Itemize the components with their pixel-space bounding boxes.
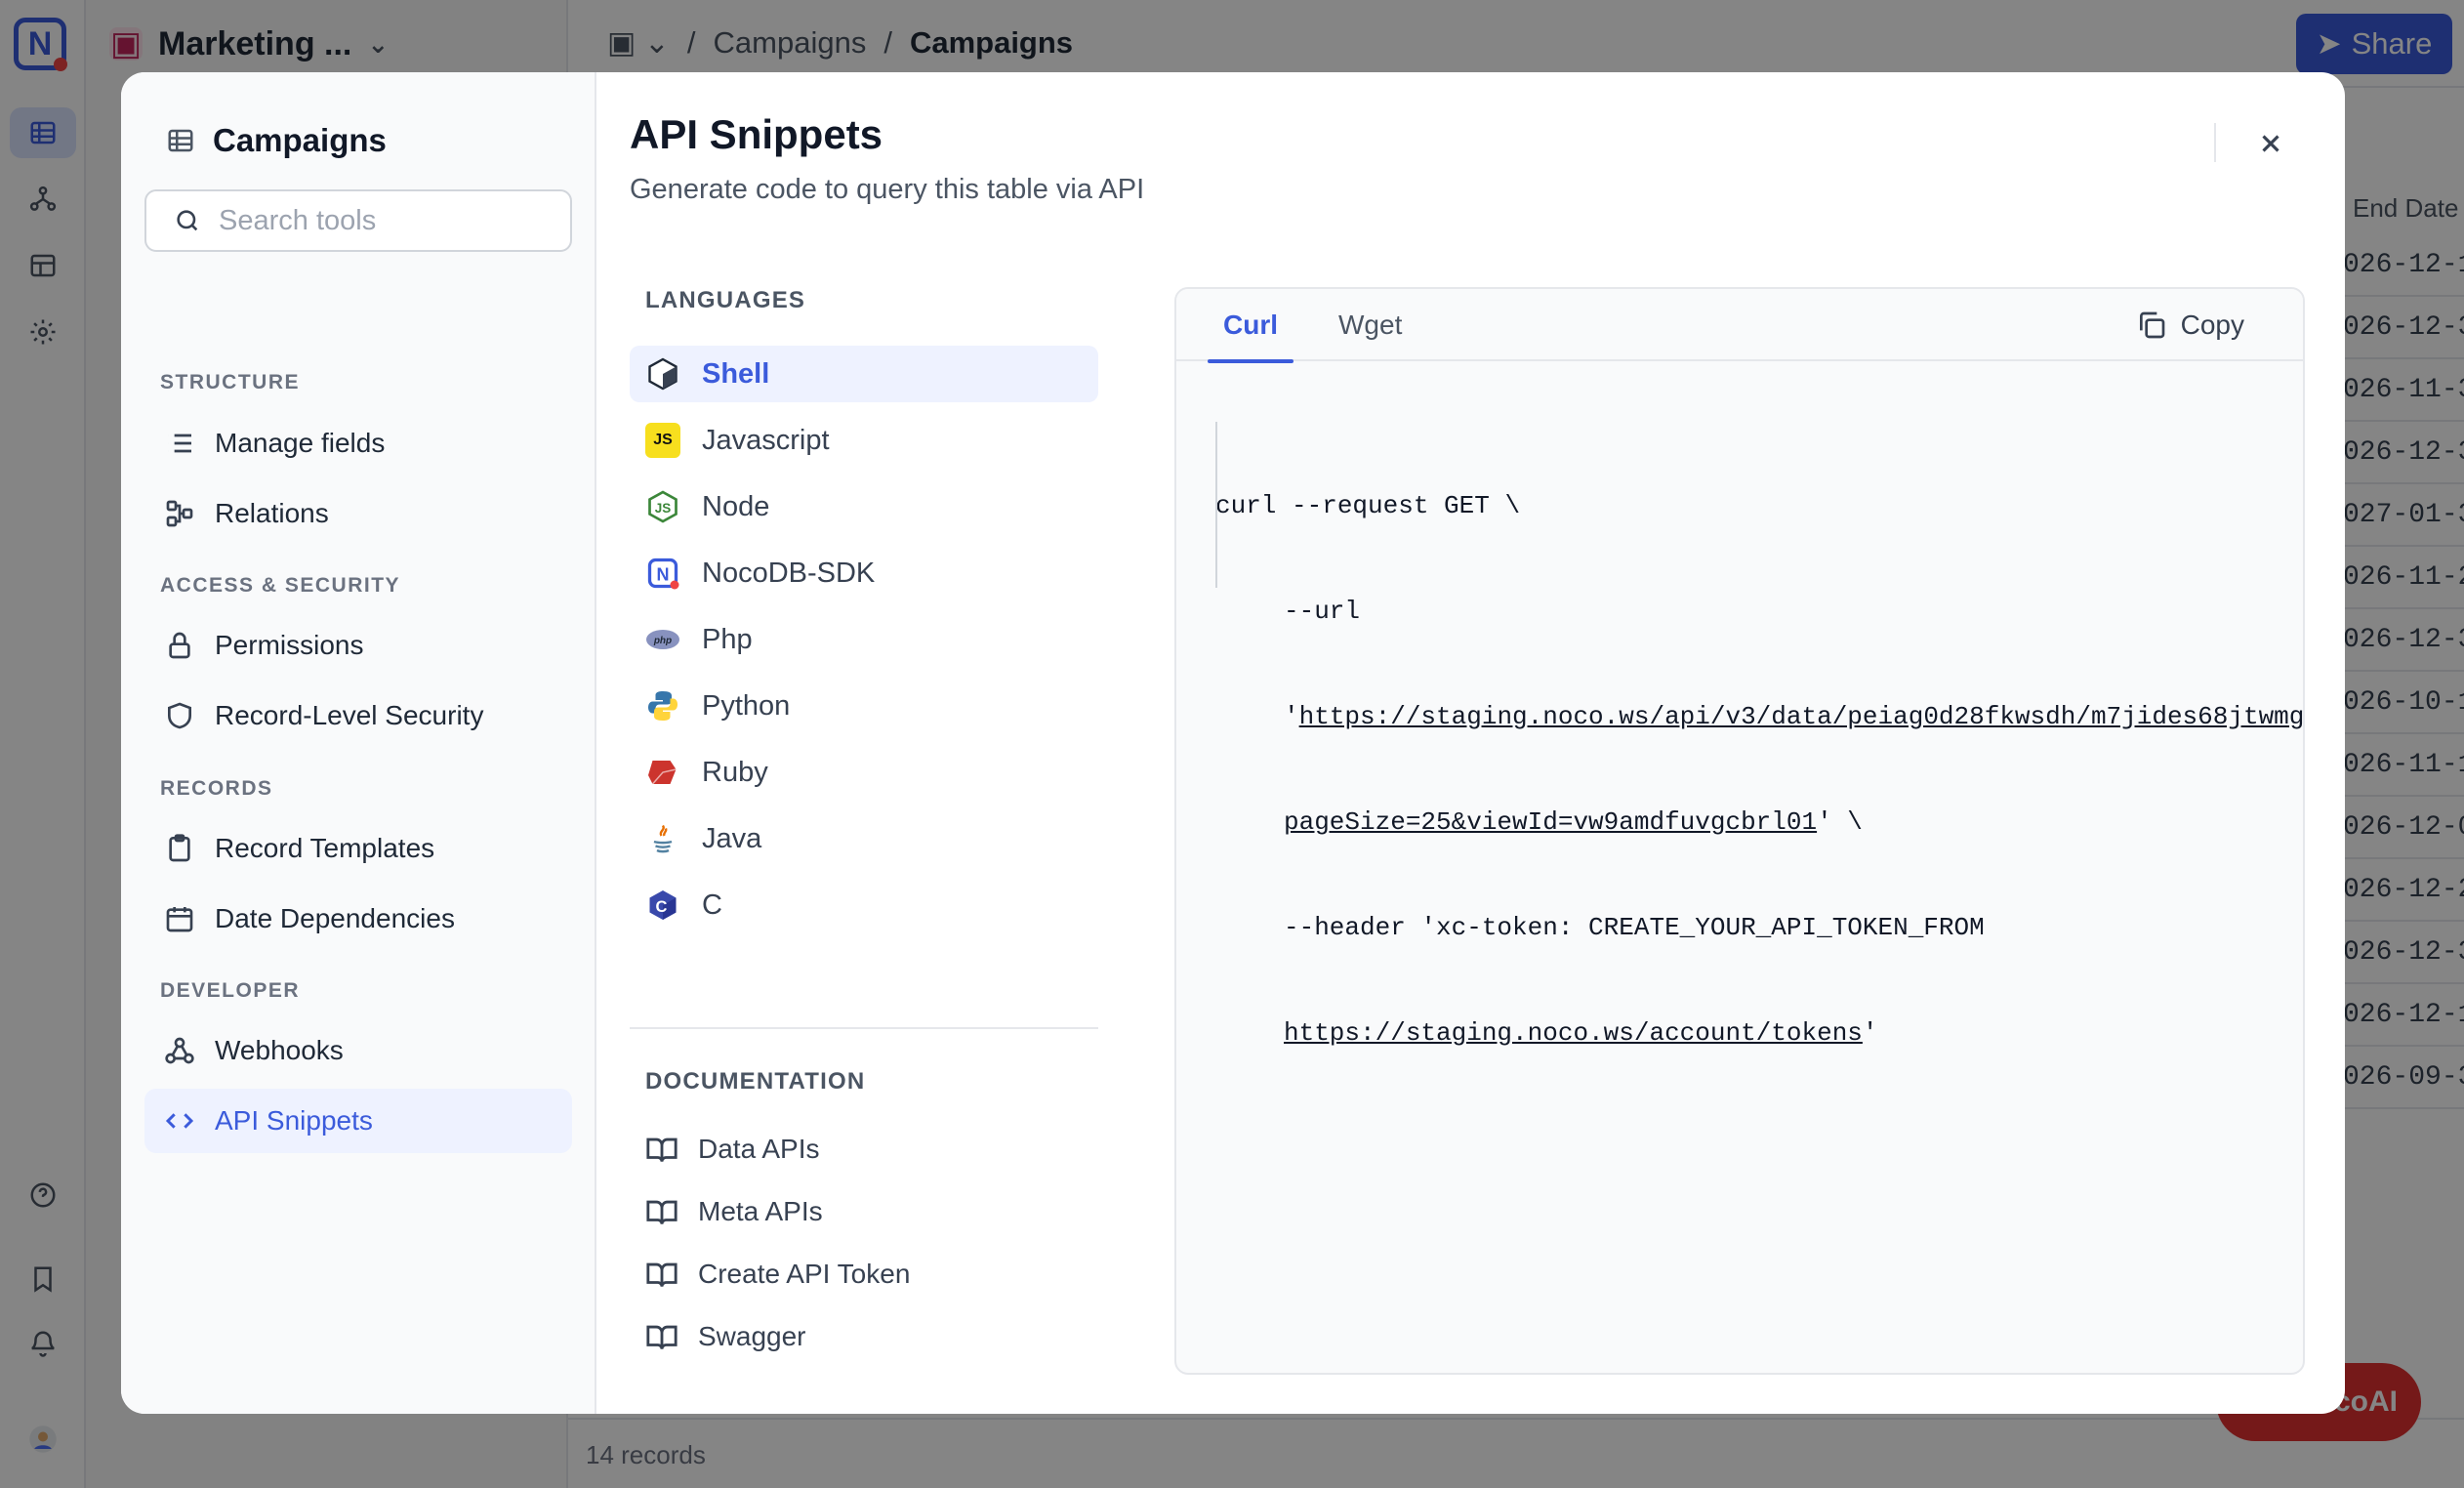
nocodb-sdk-icon: N	[645, 556, 680, 591]
tab-curl[interactable]: Curl	[1208, 289, 1294, 363]
tokens-url-link[interactable]: https://staging.noco.ws/account/tokens	[1284, 1018, 1863, 1048]
nav-permissions[interactable]: Permissions	[144, 613, 572, 678]
lock-icon	[169, 632, 190, 659]
book-icon	[646, 1325, 678, 1350]
lang-shell[interactable]: Shell	[630, 346, 1098, 402]
svg-text:JS: JS	[655, 501, 672, 516]
code-line: curl --request GET \	[1215, 491, 1521, 520]
doc-link-swagger[interactable]: Swagger	[645, 1312, 806, 1361]
nav-relations[interactable]: Relations	[144, 481, 572, 546]
modal-subtitle: Generate code to query this table via AP…	[630, 174, 1145, 205]
calendar-icon	[166, 907, 193, 932]
languages-label: LANGUAGES	[645, 287, 806, 313]
table-grid-icon	[168, 129, 193, 152]
section-label-access-security: ACCESS & SECURITY	[160, 574, 401, 597]
relations-icon	[166, 500, 193, 527]
divider	[2214, 123, 2216, 162]
doc-link-meta-apis[interactable]: Meta APIs	[645, 1187, 823, 1236]
code-line: 'https://staging.noco.ws/api/v3/data/pei…	[1284, 702, 2305, 731]
doc-link-data-apis[interactable]: Data APIs	[645, 1125, 820, 1174]
webhook-icon	[165, 1037, 194, 1064]
book-icon	[646, 1137, 678, 1163]
modal-title: API Snippets	[630, 111, 883, 157]
book-icon	[646, 1262, 678, 1288]
doc-link-create-api-token[interactable]: Create API Token	[645, 1250, 910, 1299]
code-line: pageSize=25&viewId=vw9amdfuvgcbrl01' \	[1284, 807, 1863, 837]
close-button[interactable]	[2246, 119, 2295, 168]
lang-c[interactable]: C C	[630, 877, 1098, 933]
api-url-link[interactable]: pageSize=25&viewId=vw9amdfuvgcbrl01	[1284, 807, 1817, 837]
close-icon	[2262, 135, 2279, 152]
search-tools-input[interactable]	[219, 204, 551, 237]
section-label-developer: DEVELOPER	[160, 979, 301, 1002]
code-icon	[165, 1113, 194, 1129]
divider	[630, 1027, 1098, 1029]
tools-sidebar: Campaigns STRUCTURE Manage fields Relati…	[121, 72, 596, 1414]
section-label-records: RECORDS	[160, 777, 273, 800]
code-snippet-panel: Curl Wget Copy curl --request GET \ --ur…	[1174, 287, 2305, 1375]
code-line: https://staging.noco.ws/account/tokens'	[1284, 1018, 1878, 1048]
documentation-label: DOCUMENTATION	[645, 1068, 866, 1095]
lang-nocodb-sdk[interactable]: N NocoDB-SDK	[630, 545, 1098, 601]
javascript-icon: JS	[645, 423, 680, 458]
indent-guide	[1215, 422, 1217, 588]
lang-php[interactable]: php Php	[630, 611, 1098, 668]
search-icon	[177, 210, 198, 231]
nodejs-icon: JS	[645, 489, 680, 524]
nav-manage-fields[interactable]: Manage fields	[144, 411, 572, 475]
lang-ruby[interactable]: Ruby	[630, 744, 1098, 801]
code-line: --header 'xc-token: CREATE_YOUR_API_TOKE…	[1284, 913, 1985, 942]
svg-text:C: C	[656, 898, 668, 916]
svg-text:N: N	[657, 565, 670, 585]
nav-api-snippets[interactable]: API Snippets	[144, 1089, 572, 1153]
lang-node[interactable]: JS Node	[630, 478, 1098, 535]
lang-java[interactable]: Java	[630, 810, 1098, 867]
api-url-link[interactable]: https://staging.noco.ws/api/v3/data/peia…	[1299, 702, 2303, 731]
lang-javascript[interactable]: JS Javascript	[630, 412, 1098, 469]
python-icon	[645, 688, 680, 723]
tools-sidebar-title: Campaigns	[213, 122, 387, 158]
section-label-structure: STRUCTURE	[160, 371, 300, 393]
list-icon	[168, 434, 191, 453]
nav-date-dependencies[interactable]: Date Dependencies	[144, 887, 572, 951]
shell-icon	[645, 356, 680, 392]
clipboard-icon	[169, 834, 190, 862]
shield-icon	[168, 702, 191, 729]
tools-sidebar-header: Campaigns	[166, 117, 387, 164]
svg-text:php: php	[653, 636, 672, 646]
tab-wget[interactable]: Wget	[1338, 289, 1402, 361]
nav-record-templates[interactable]: Record Templates	[144, 816, 572, 881]
table-tools-modal: Campaigns STRUCTURE Manage fields Relati…	[121, 72, 2345, 1414]
nav-webhooks[interactable]: Webhooks	[144, 1018, 572, 1083]
code-block[interactable]: curl --request GET \ --url 'https://stag…	[1215, 383, 2305, 1121]
lang-python[interactable]: Python	[630, 678, 1098, 734]
book-icon	[646, 1200, 678, 1225]
c-language-icon: C	[645, 888, 680, 923]
ruby-icon	[645, 755, 680, 790]
search-tools-field[interactable]	[144, 189, 572, 252]
java-icon	[645, 821, 680, 856]
code-tabs: Curl Wget Copy	[1176, 289, 2303, 363]
copy-button[interactable]: Copy	[2136, 303, 2244, 348]
nav-record-level-security[interactable]: Record-Level Security	[144, 683, 572, 748]
api-snippets-panel: API Snippets Generate code to query this…	[596, 72, 2345, 1414]
php-icon: php	[645, 622, 680, 657]
copy-icon	[2139, 311, 2164, 339]
code-line: --url	[1284, 597, 1361, 626]
